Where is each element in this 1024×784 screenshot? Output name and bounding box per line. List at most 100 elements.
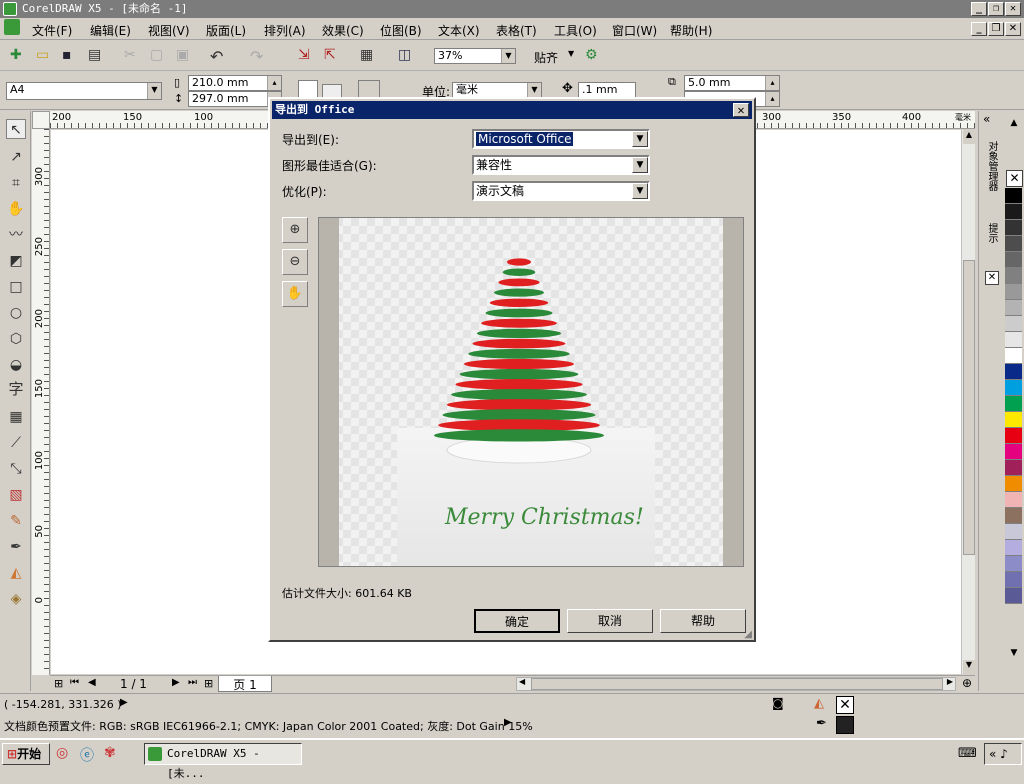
menu-layout[interactable]: 版面(L) [206, 22, 246, 39]
table-tool-icon[interactable]: ▦ [6, 407, 26, 427]
menu-help[interactable]: 帮助(H) [670, 22, 712, 39]
chevron-down-icon[interactable]: ▼ [632, 183, 648, 199]
print-icon[interactable]: ▤ [88, 47, 106, 65]
menu-edit[interactable]: 编辑(E) [90, 22, 131, 39]
zoom-out-icon[interactable]: ⊖ [282, 249, 308, 275]
color-swatch[interactable] [1005, 588, 1022, 604]
minimize-button[interactable]: _ [971, 2, 987, 16]
resize-grip-icon[interactable]: ◢ [744, 629, 752, 640]
chevron-down-icon[interactable]: ▼ [568, 49, 574, 58]
color-swatch[interactable] [1005, 572, 1022, 588]
color-swatch[interactable] [1005, 508, 1022, 524]
connector-tool-icon[interactable]: ⤡ [6, 459, 26, 479]
color-swatch[interactable] [1005, 396, 1022, 412]
new-document-icon[interactable]: ✚ [10, 47, 28, 65]
doc-restore-button[interactable]: ❐ [988, 22, 1004, 36]
save-icon[interactable]: ▪ [62, 47, 80, 65]
expand-icon[interactable]: ▶ [504, 717, 512, 728]
color-swatch[interactable] [1005, 476, 1022, 492]
tray-expand-icon[interactable]: « [989, 747, 996, 761]
dimension-tool-icon[interactable]: ⟋ [6, 433, 26, 453]
page-tab[interactable]: 页 1 [218, 676, 272, 692]
color-swatch[interactable] [1005, 252, 1022, 268]
collapse-docker-icon[interactable]: « [983, 112, 990, 126]
export-icon[interactable]: ⇱ [324, 47, 342, 65]
ie-icon[interactable]: ⓔ [80, 745, 94, 765]
color-swatch[interactable] [1005, 316, 1022, 332]
help-button[interactable]: 帮助 [660, 609, 746, 633]
vertical-ruler[interactable]: 300 250 200 150 100 50 0 [32, 129, 50, 675]
interactive-fill-icon[interactable]: ◈ [6, 589, 26, 609]
browser-icon[interactable]: ◎ [56, 745, 68, 761]
menu-file[interactable]: 文件(F) [32, 22, 72, 39]
spinner-icon[interactable]: ▴ [765, 76, 779, 90]
doc-close-button[interactable]: ✕ [1005, 22, 1021, 36]
blend-tool-icon[interactable]: ▧ [6, 485, 26, 505]
color-swatch[interactable] [1005, 460, 1022, 476]
application-launcher-icon[interactable]: ▦ [360, 47, 378, 65]
prev-page-icon[interactable]: ◀ [88, 677, 96, 688]
chevron-down-icon[interactable]: ▼ [632, 157, 648, 173]
doc-icon[interactable] [4, 19, 20, 35]
crop-tool-icon[interactable]: ⌗ [6, 173, 26, 193]
color-swatch[interactable] [1005, 428, 1022, 444]
polygon-tool-icon[interactable]: ⬡ [6, 329, 26, 349]
color-swatch[interactable] [1005, 380, 1022, 396]
hints-tab[interactable]: 提示 [983, 223, 999, 267]
page-width-field[interactable]: 210.0 mm ▴ [188, 75, 282, 91]
palette-scroll-up-icon[interactable]: ▲ [1006, 118, 1022, 132]
open-icon[interactable]: ▭ [36, 47, 54, 65]
menu-effects[interactable]: 效果(C) [322, 22, 364, 39]
snapshot-icon[interactable]: ◙ [772, 696, 784, 710]
welcome-screen-icon[interactable]: ◫ [398, 47, 416, 65]
menu-window[interactable]: 窗口(W) [612, 22, 657, 39]
vertical-scrollbar[interactable]: ▲ ▼ [961, 130, 975, 674]
scroll-thumb[interactable] [963, 260, 975, 555]
menu-arrange[interactable]: 排列(A) [264, 22, 306, 39]
export-preview[interactable]: Merry Christmas! [318, 217, 744, 567]
scroll-left-icon[interactable]: ◀ [519, 677, 525, 686]
color-palette[interactable] [1005, 188, 1023, 688]
shape-tool-icon[interactable]: ↗ [6, 147, 26, 167]
color-swatch[interactable] [1005, 348, 1022, 364]
basic-shapes-icon[interactable]: ◒ [6, 355, 26, 375]
color-swatch[interactable] [1005, 524, 1022, 540]
options-icon[interactable]: ⚙ [585, 47, 603, 65]
spinner-icon[interactable]: ▴ [765, 92, 779, 106]
start-button[interactable]: ⊞开始 [2, 743, 50, 765]
taskbar-window-button[interactable]: CorelDRAW X5 - [未... [144, 743, 302, 780]
close-icon[interactable]: ✕ [733, 103, 749, 117]
fill-tool-icon[interactable]: ◭ [6, 563, 26, 583]
add-page-icon[interactable]: ⊞ [54, 677, 63, 690]
snap-to-label[interactable]: 贴齐 [534, 49, 558, 66]
outline-pen-icon[interactable]: ✒ [6, 537, 26, 557]
duplicate-x-field[interactable]: 5.0 mm ▴ [684, 75, 780, 91]
scroll-thumb[interactable] [531, 678, 943, 690]
zoom-in-icon[interactable]: ⊕ [282, 217, 308, 243]
keyboard-icon[interactable]: ⌨ [958, 746, 977, 761]
color-swatch[interactable] [1005, 332, 1022, 348]
color-swatch[interactable] [1005, 492, 1022, 508]
text-tool-icon[interactable]: 字 [6, 379, 26, 399]
scroll-down-icon[interactable]: ▼ [963, 660, 975, 674]
pan-tool-icon[interactable]: ✋ [6, 199, 26, 219]
color-swatch[interactable] [1005, 556, 1022, 572]
spinner-icon[interactable]: ▴ [267, 76, 281, 90]
close-docker-icon[interactable]: ✕ [985, 271, 999, 285]
no-color-swatch[interactable]: ✕ [1006, 170, 1023, 187]
pan-icon[interactable]: ✋ [282, 281, 308, 307]
color-swatch[interactable] [1005, 364, 1022, 380]
color-swatch[interactable] [1005, 284, 1022, 300]
color-swatch[interactable] [1005, 444, 1022, 460]
menu-bitmaps[interactable]: 位图(B) [380, 22, 422, 39]
graphic-fit-select[interactable]: 兼容性 ▼ [472, 155, 650, 175]
first-page-icon[interactable]: ⏮ [70, 677, 79, 688]
ok-button[interactable]: 确定 [474, 609, 560, 633]
cut-icon[interactable]: ✂ [124, 47, 142, 65]
palette-scroll-down-icon[interactable]: ▼ [1006, 648, 1022, 662]
chevron-down-icon[interactable]: ▼ [501, 49, 515, 63]
next-page-icon[interactable]: ▶ [172, 677, 180, 688]
maximize-button[interactable]: ❐ [988, 2, 1004, 16]
chevron-down-icon[interactable]: ▼ [632, 131, 648, 147]
scroll-up-icon[interactable]: ▲ [963, 130, 975, 144]
